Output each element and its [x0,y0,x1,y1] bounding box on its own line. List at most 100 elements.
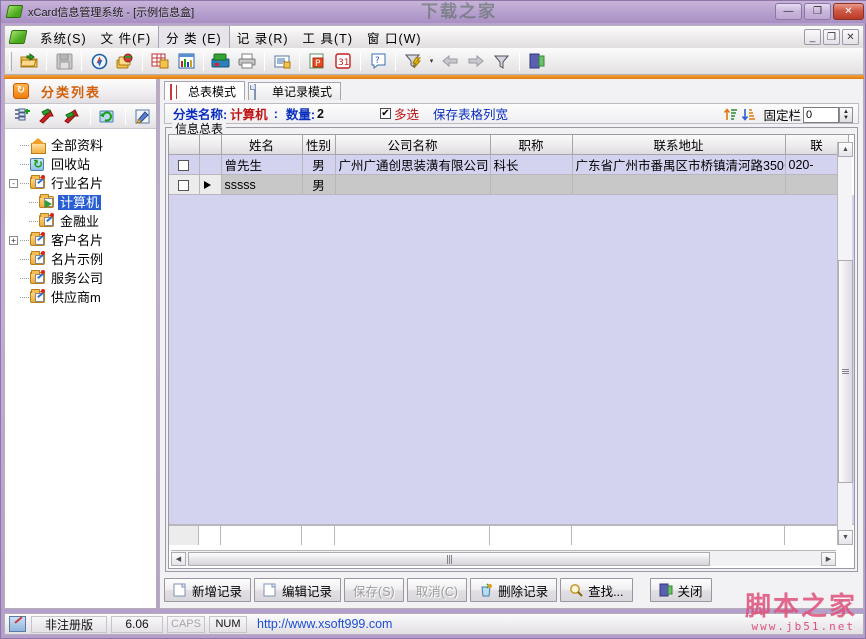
horizontal-scroll-thumb[interactable] [188,552,710,566]
menu-record[interactable]: 记 录(R) [230,26,296,49]
multiselect-label[interactable]: 多选 [394,104,419,123]
cell-gender[interactable]: 男 [302,175,335,195]
cell-title[interactable] [490,175,572,195]
mdi-restore-button[interactable]: ❐ [823,29,840,45]
row-checkbox[interactable] [178,160,189,171]
column-header-name[interactable]: 姓名 [221,135,302,155]
save-button[interactable]: 保存(S) [344,578,404,602]
table-view-icon[interactable] [148,50,172,72]
cell-gender[interactable]: 男 [302,155,335,175]
mdi-minimize-button[interactable]: _ [804,29,821,45]
spinner-down-icon[interactable]: ▼ [843,115,849,121]
delete-record-button[interactable]: 删除记录 [470,578,557,602]
tree-item-computer[interactable]: 计算机 [9,193,156,212]
chart-view-icon[interactable] [174,50,198,72]
close-window-button[interactable]: ✕ [833,3,864,20]
minimize-button[interactable]: — [775,3,802,20]
filter-icon[interactable] [401,50,425,72]
help-icon[interactable]: ? [366,50,390,72]
menu-tools[interactable]: 工 具(T) [296,26,360,49]
column-header-marker[interactable] [199,135,221,155]
sort-ascending-icon[interactable] [723,107,738,122]
add-category-icon[interactable] [11,106,34,127]
cell-address[interactable] [572,175,785,195]
tree-expander-collapse[interactable]: - [9,179,18,188]
cell-title[interactable]: 科长 [490,155,572,175]
row-checkbox[interactable] [178,180,189,191]
fixed-column-input[interactable]: 0 [803,107,839,123]
nav-forward-icon[interactable] [464,50,488,72]
tree-item-finance[interactable]: 金融业 [9,212,156,231]
tree-item-service-company[interactable]: 服务公司 [9,269,156,288]
new-record-button[interactable]: 新增记录 [164,578,251,602]
menu-category[interactable]: 分 类 (E) [158,26,230,49]
menu-window[interactable]: 窗 口(W) [360,26,429,49]
website-url-link[interactable]: http://www.xsoft999.com [257,617,392,631]
column-header-select[interactable] [169,135,199,155]
exit-icon[interactable] [525,50,549,72]
calendar-icon[interactable]: 31 [331,50,355,72]
horizontal-scrollbar[interactable]: ◀ ▶ [171,550,836,566]
row-checkbox-cell[interactable] [169,155,199,175]
menu-file[interactable]: 文 件(F) [94,26,158,49]
multiselect-checkbox[interactable]: ✔ [380,108,391,119]
cancel-button[interactable]: 取消(C) [407,578,467,602]
move-up-icon[interactable] [36,106,59,127]
edit-record-button[interactable]: 编辑记录 [254,578,341,602]
column-header-company[interactable]: 公司名称 [335,135,490,155]
title-bar: xCard信息管理系统 - [示例信息盒] 下载之家 — ❐ ✕ [1,1,866,23]
column-header-gender[interactable]: 性别 [302,135,335,155]
maximize-button[interactable]: ❐ [804,3,831,20]
tree-item-customer-cards[interactable]: + 客户名片 [9,231,156,250]
import-cards-icon[interactable] [113,50,137,72]
vertical-scrollbar[interactable]: ▲ ▼ [837,142,852,545]
scroll-down-button[interactable]: ▼ [838,530,853,545]
sort-descending-icon[interactable] [741,107,756,122]
tree-expander-expand[interactable]: + [9,236,18,245]
cell-name[interactable]: sssss [221,175,302,195]
tree-item-all-data[interactable]: 全部资料 [9,136,156,155]
records-grid[interactable]: 姓名 性别 公司名称 职称 联系地址 联 曾先生 [168,134,855,569]
scanner-icon[interactable] [209,50,233,72]
powerpoint-export-icon[interactable]: P [305,50,329,72]
mdi-close-button[interactable]: ✕ [842,29,859,45]
column-header-address[interactable]: 联系地址 [572,135,785,155]
scroll-left-button[interactable]: ◀ [171,552,186,566]
search-button[interactable]: 查找... [560,578,632,602]
tree-item-card-samples[interactable]: 名片示例 [9,250,156,269]
save-column-width-link[interactable]: 保存表格列宽 [433,104,508,123]
edit-category-icon[interactable] [131,106,154,127]
cell-name[interactable]: 曾先生 [221,155,302,175]
menu-system[interactable]: 系统(S) [33,26,94,49]
category-tree[interactable]: 全部资料 回收站 - 行业名片 计算机 [5,130,156,608]
table-row[interactable]: sssss 男 [169,175,848,195]
print-icon[interactable] [235,50,259,72]
table-row[interactable]: 曾先生 男 广州广通创思装潢有限公司 科长 广东省广州市番禺区市桥镇清河路350… [169,155,848,175]
funnel-icon[interactable] [490,50,514,72]
scroll-right-button[interactable]: ▶ [821,552,836,566]
scroll-up-button[interactable]: ▲ [838,142,853,157]
column-header-title[interactable]: 职称 [490,135,572,155]
tab-single-record-mode[interactable]: 单记录模式 [248,82,341,100]
save-box-icon[interactable] [52,50,76,72]
tree-item-industry-cards[interactable]: - 行业名片 [9,174,156,193]
grid-empty-area[interactable] [169,195,854,525]
nav-back-icon[interactable] [438,50,462,72]
row-checkbox-cell[interactable] [169,175,199,195]
move-down-icon[interactable] [60,106,83,127]
tree-item-recycle-bin[interactable]: 回收站 [9,155,156,174]
mail-icon[interactable] [270,50,294,72]
toolbar-grip[interactable] [9,52,12,71]
cell-company[interactable]: 广州广通创思装潢有限公司 [335,155,490,175]
tree-item-supplier[interactable]: 供应商m [9,288,156,307]
tab-table-mode[interactable]: 总表模式 [164,81,245,100]
open-box-icon[interactable] [17,50,41,72]
vertical-scroll-thumb[interactable] [838,260,853,483]
close-button[interactable]: 关闭 [650,578,712,602]
cell-company[interactable] [335,175,490,195]
fixed-column-stepper[interactable]: ▲ ▼ [839,107,853,123]
compass-icon[interactable] [87,50,111,72]
refresh-tree-icon[interactable] [96,106,119,127]
chevron-down-icon[interactable]: ▾ [426,50,437,72]
cell-address[interactable]: 广东省广州市番禺区市桥镇清河路350号 [572,155,785,175]
